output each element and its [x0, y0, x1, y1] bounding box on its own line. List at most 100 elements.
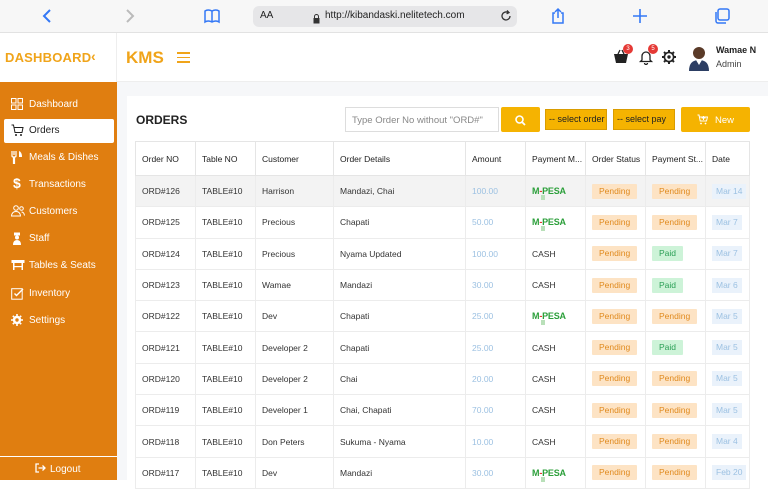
table-row[interactable]: ORD#118 TABLE#10 Don Peters Sukuma - Nyama 1… — [135, 425, 750, 458]
order-status-cell: Pending — [585, 174, 646, 208]
amount-cell: 20.00 — [465, 362, 526, 396]
sidebar-item-label: Staff — [29, 233, 50, 244]
table-row[interactable]: ORD#119 TABLE#10 Developer 1 Chai, Chapati 7… — [135, 394, 750, 427]
customer-cell: Harrison — [255, 174, 334, 208]
table-row[interactable]: ORD#125 TABLE#10 Precious Chapati 50.00 M-PES… — [135, 206, 750, 239]
status-badge: Pending — [652, 402, 698, 418]
tabs-overview-icon[interactable] — [713, 7, 731, 25]
date-badge: Mar 5 — [712, 371, 742, 387]
table-icon — [11, 259, 25, 273]
search-icon — [515, 113, 526, 131]
mpesa-logo: M-PESA — [532, 468, 566, 482]
order-details-cell: Chai, Chapati — [333, 394, 466, 427]
reload-icon[interactable] — [499, 9, 513, 28]
order-status-cell: Pending — [585, 206, 646, 239]
search-button[interactable] — [501, 107, 540, 132]
sidebar-item-tables-seats[interactable]: Tables & Seats — [4, 254, 114, 278]
table-no-cell: TABLE#10 — [195, 237, 256, 270]
order-details-cell: Mandazi — [333, 456, 466, 489]
column-header[interactable]: Table NO — [195, 141, 256, 176]
date-badge: Mar 5 — [712, 340, 742, 356]
column-header[interactable]: Date — [705, 141, 750, 176]
avatar[interactable] — [688, 45, 710, 71]
sidebar-item-label: Customers — [29, 206, 78, 217]
order-no-cell: ORD#125 — [135, 206, 196, 239]
order-details-cell: Chapati — [333, 300, 466, 333]
table-row[interactable]: ORD#122 TABLE#10 Dev Chapati 25.00 M-PESA Pend… — [135, 300, 750, 333]
search-input[interactable]: Type Order No without "ORD#" — [345, 107, 499, 132]
logout-label: Logout — [50, 464, 81, 475]
settings-gear-icon[interactable] — [661, 49, 677, 65]
status-badge: Pending — [652, 183, 698, 199]
order-status-select[interactable]: -- select order — [545, 109, 607, 130]
payment-method: CASH — [532, 248, 556, 259]
payment-status-cell: Pending — [645, 362, 706, 396]
logout-button[interactable]: Logout — [0, 456, 117, 480]
payment-status-cell: Pending — [645, 394, 706, 427]
sidebar-title: DASHBOARD — [5, 50, 92, 65]
back-arrow-icon[interactable] — [39, 7, 57, 25]
order-no-cell: ORD#120 — [135, 362, 196, 396]
sidebar-item-orders[interactable]: Orders — [4, 119, 114, 143]
bell-icon[interactable]: 5 — [638, 44, 658, 66]
order-no-cell: ORD#121 — [135, 331, 196, 364]
new-order-button[interactable]: New — [681, 107, 750, 132]
collapse-sidebar-icon[interactable]: ‹ — [91, 48, 96, 64]
sidebar-item-inventory[interactable]: Inventory — [4, 282, 114, 306]
date-cell: Mar 5 — [705, 300, 750, 333]
share-icon[interactable] — [549, 7, 567, 25]
sidebar-item-transactions[interactable]: $ Transactions — [4, 173, 114, 197]
column-header[interactable]: Order Details — [333, 141, 466, 176]
amount-cell: 25.00 — [465, 331, 526, 364]
customer-cell: Precious — [255, 206, 334, 239]
column-header[interactable]: Payment M... — [525, 141, 586, 176]
customer-cell: Precious — [255, 237, 334, 270]
mpesa-logo: M-PESA — [532, 311, 566, 326]
customer-cell: Wamae — [255, 268, 334, 302]
customer-cell: Developer 1 — [255, 394, 334, 427]
amount-cell: 30.00 — [465, 456, 526, 489]
status-badge: Pending — [592, 246, 638, 262]
new-tab-icon[interactable] — [631, 7, 649, 25]
cart-notification-icon[interactable]: 3 — [613, 44, 633, 65]
forward-arrow-icon[interactable] — [120, 7, 138, 25]
column-header[interactable]: Customer — [255, 141, 334, 176]
sidebar-item-label: Tables & Seats — [29, 260, 96, 271]
table-row[interactable]: ORD#117 TABLE#10 Dev Mandazi 30.00 M-PESA Pend… — [135, 456, 750, 489]
column-header[interactable]: Order NO — [135, 141, 196, 176]
table-row[interactable]: ORD#121 TABLE#10 Developer 2 Chapati 25.00 CA… — [135, 331, 750, 364]
amount-cell: 100.00 — [465, 237, 526, 270]
sidebar-item-meals-dishes[interactable]: Meals & Dishes — [4, 146, 114, 170]
status-badge: Pending — [652, 214, 698, 230]
address-bar[interactable]: AA http://kibandaski.nelitetech.com — [253, 6, 517, 27]
sidebar-item-customers[interactable]: Customers — [4, 200, 114, 224]
menu-toggle-icon[interactable] — [177, 52, 190, 66]
table-row[interactable]: ORD#126 TABLE#10 Harrison Mandazi, Chai 100.… — [135, 174, 750, 208]
table-row[interactable]: ORD#120 TABLE#10 Developer 2 Chai 20.00 CASH P… — [135, 362, 750, 396]
status-badge: Pending — [592, 371, 638, 387]
column-header[interactable]: Order Status — [585, 141, 646, 176]
payment-method-cell: M-PESA — [525, 300, 586, 333]
table-row[interactable]: ORD#123 TABLE#10 Wamae Mandazi 30.00 CASH Pend… — [135, 268, 750, 302]
user-role: Admin — [716, 59, 742, 69]
amount-cell: 100.00 — [465, 174, 526, 208]
date-cell: Feb 20 — [705, 456, 750, 489]
table-no-cell: TABLE#10 — [195, 362, 256, 396]
column-header[interactable]: Payment St... — [645, 141, 706, 176]
bookmarks-icon[interactable] — [203, 7, 221, 25]
payment-status-cell: Pending — [645, 300, 706, 333]
sidebar-item-settings[interactable]: Settings — [4, 309, 114, 333]
payment-status-select[interactable]: -- select pay — [613, 109, 675, 130]
top-header: KMS 3 5 Wamae N Admin — [117, 33, 768, 82]
table-row[interactable]: ORD#124 TABLE#10 Precious Nyama Updated 100.… — [135, 237, 750, 270]
sidebar-item-dashboard[interactable]: Dashboard — [4, 93, 114, 117]
column-header[interactable]: Amount — [465, 141, 526, 176]
payment-method: CASH — [532, 405, 556, 416]
customer-cell: Dev — [255, 456, 334, 489]
sidebar-item-staff[interactable]: Staff — [4, 227, 114, 251]
users-icon — [10, 205, 25, 219]
payment-method-cell: CASH — [525, 331, 586, 364]
order-no-cell: ORD#119 — [135, 394, 196, 427]
order-no-cell: ORD#117 — [135, 456, 196, 489]
text-size-button[interactable]: AA — [260, 10, 273, 21]
